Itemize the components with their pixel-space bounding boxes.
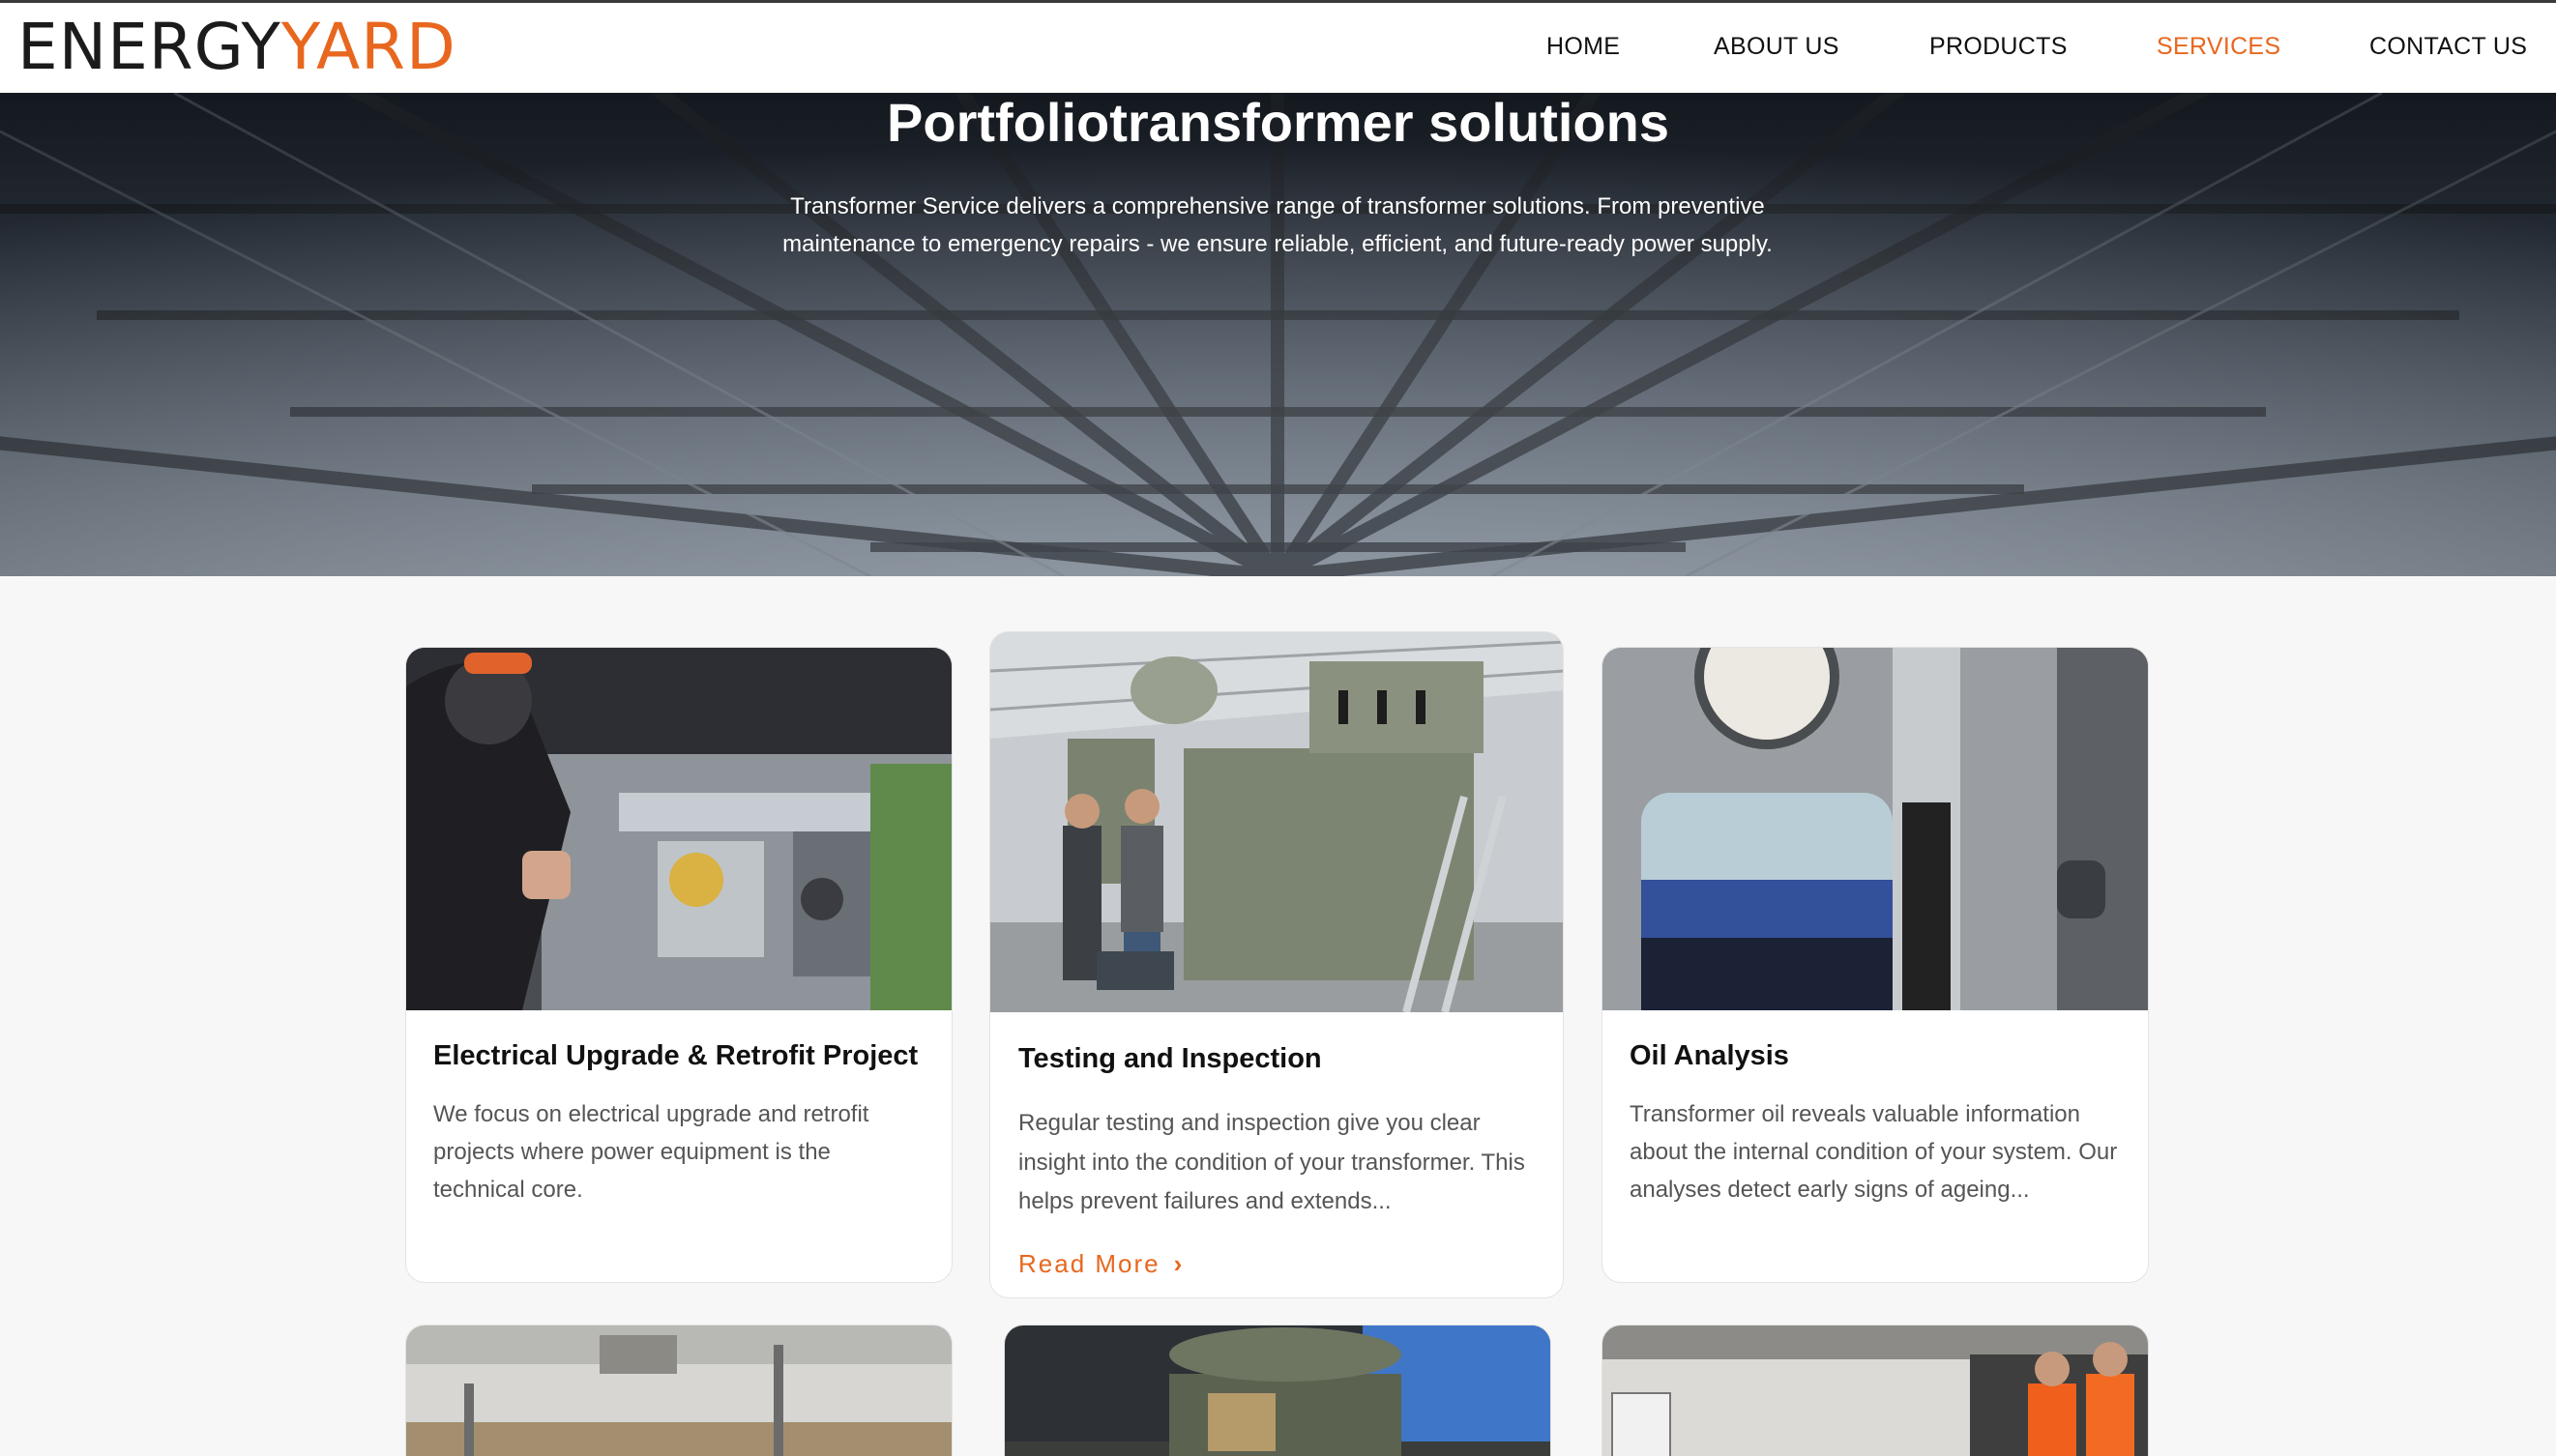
nav-services[interactable]: SERVICES (2157, 31, 2280, 62)
service-card-oil-analysis[interactable]: Oil Analysis Transformer oil reveals val… (1601, 647, 2149, 1283)
chevron-right-icon: › (1173, 1249, 1183, 1278)
nav-products[interactable]: PRODUCTS (1929, 31, 2068, 62)
read-more-link[interactable]: Read More › (1018, 1248, 1182, 1279)
card-image-oil-sample (1602, 648, 2148, 1010)
card-description: Regular testing and inspection give you … (1018, 1110, 1525, 1214)
nav-about-us[interactable]: ABOUT US (1714, 31, 1839, 62)
service-card-row2-1[interactable] (405, 1325, 953, 1456)
card-image-substation-team (1602, 1325, 2148, 1456)
hero-banner: Portfoliotransformer solutions Transform… (0, 93, 2556, 576)
main-nav: HOME ABOUT US PRODUCTS SERVICES CONTACT … (0, 3, 2556, 93)
nav-home[interactable]: HOME (1546, 31, 1620, 62)
card-title: Testing and Inspection (1018, 1043, 1322, 1074)
card-image-technician-panel (406, 648, 952, 1010)
nav-contact-us[interactable]: CONTACT US (2369, 31, 2527, 62)
card-description: Transformer oil reveals valuable informa… (1630, 1101, 2118, 1203)
hero-text-line1: Transformer Service delivers a comprehen… (790, 193, 1765, 219)
card-title: Electrical Upgrade & Retrofit Project (433, 1040, 919, 1071)
hero-description: Transformer Service delivers a comprehen… (746, 188, 1809, 263)
site-header: ENERGYYARD HOME ABOUT US PRODUCTS SERVIC… (0, 3, 2556, 93)
service-card-row2-2[interactable] (1004, 1325, 1551, 1456)
card-image-warehouse (406, 1325, 952, 1456)
card-title: Oil Analysis (1630, 1040, 1789, 1071)
card-description: We focus on electrical upgrade and retro… (433, 1101, 869, 1203)
service-card-row2-3[interactable] (1601, 1325, 2149, 1456)
service-card-testing-inspection[interactable]: Testing and Inspection Regular testing a… (989, 631, 1564, 1298)
service-card-electrical-upgrade[interactable]: Electrical Upgrade & Retrofit Project We… (405, 647, 953, 1283)
card-image-transformer-testing (990, 632, 1563, 1012)
card-image-outdoor-transformer (1005, 1325, 1550, 1456)
hero-title: Portfoliotransformer solutions (887, 93, 1669, 153)
hero-background-image (0, 93, 2556, 576)
hero-text-line2: maintenance to emergency repairs - we en… (782, 231, 1773, 257)
